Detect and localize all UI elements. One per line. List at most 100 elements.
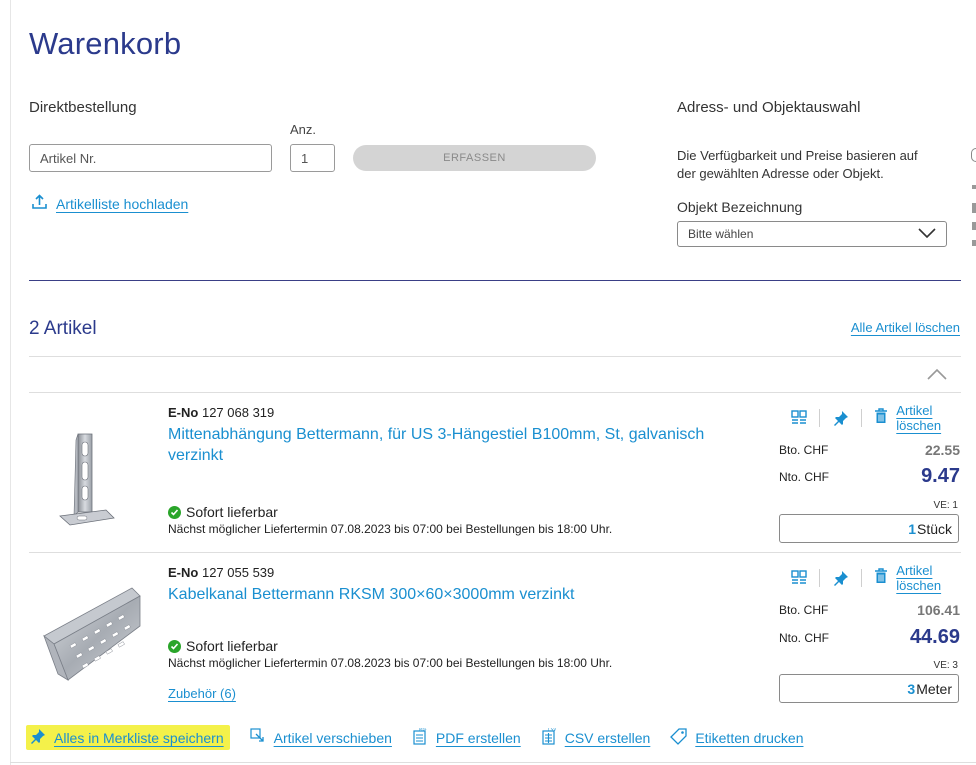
delete-item-label: Artikel löschen xyxy=(896,403,942,433)
move-articles-label: Artikel verschieben xyxy=(273,729,392,746)
trash-icon xyxy=(874,407,888,429)
check-circle-icon xyxy=(168,505,181,519)
create-csv-label: CSV erstellen xyxy=(564,729,651,746)
item-quantity-unit: Stück xyxy=(916,520,952,537)
separator xyxy=(819,569,821,587)
cropped-panel-mark xyxy=(972,222,976,230)
create-csv-button[interactable]: CSV CSV erstellen xyxy=(541,727,651,748)
item-actions: Artikel löschen xyxy=(790,403,976,433)
gross-price-value: 22.55 xyxy=(924,442,960,458)
svg-text:PDF: PDF xyxy=(419,728,427,732)
accessory-link[interactable]: Zubehör (6) xyxy=(168,686,236,701)
availability-status: Sofort lieferbar xyxy=(168,504,278,520)
direct-order-heading: Direktbestellung xyxy=(29,99,137,116)
pin-icon[interactable] xyxy=(832,409,849,427)
product-eno: E-No 127 055 539 xyxy=(168,565,274,580)
net-price-value: 9.47 xyxy=(921,465,960,487)
product-image xyxy=(48,430,118,535)
csv-icon: CSV xyxy=(541,727,557,748)
cart-list-top-divider xyxy=(29,392,961,393)
eno-label: E-No xyxy=(168,565,199,580)
quantity-label: Anz. xyxy=(290,122,317,137)
object-select[interactable]: Bitte wählen xyxy=(677,221,947,247)
address-description-line1: Die Verfügbarkeit und Preise basieren au… xyxy=(677,148,918,163)
product-title-line1: Mittenabhängung Bettermann, für US 3-Hän… xyxy=(168,426,705,443)
item-quantity-value: 1 xyxy=(908,520,916,537)
cropped-panel-edge xyxy=(971,148,976,162)
move-articles-button[interactable]: Artikel verschieben xyxy=(250,728,392,747)
chevron-down-icon xyxy=(918,227,936,241)
quantity-value: 1 xyxy=(301,150,309,166)
article-number-input[interactable]: Artikel Nr. xyxy=(29,144,272,172)
article-number-placeholder: Artikel Nr. xyxy=(40,150,97,166)
item-quantity-unit: Meter xyxy=(916,680,952,697)
delete-item-button[interactable]: Artikel löschen xyxy=(874,563,976,593)
pdf-icon: PDF xyxy=(412,727,428,748)
delete-all-link[interactable]: Alle Artikel löschen xyxy=(851,320,960,335)
product-title-link[interactable]: Kabelkanal Bettermann RKSM 300×60×3000mm… xyxy=(168,584,728,605)
delivery-info: Nächst möglicher Liefertermin 07.08.2023… xyxy=(168,522,613,536)
packaging-unit: VE: 3 xyxy=(933,660,958,671)
delete-item-button[interactable]: Artikel löschen xyxy=(874,403,976,433)
bottom-divider xyxy=(10,762,976,763)
eno-value: 127 068 319 xyxy=(201,405,275,420)
item-quantity-input[interactable]: 1 Stück xyxy=(779,514,959,543)
submit-article-button[interactable]: ERFASSEN xyxy=(353,145,596,171)
save-all-label: Alles in Merkliste speichern xyxy=(54,729,224,746)
item-quantity-value: 3 xyxy=(907,680,916,697)
separator xyxy=(861,409,863,427)
item-quantity-input[interactable]: 3 Meter xyxy=(779,674,959,703)
address-heading: Adress- und Objektauswahl xyxy=(677,99,861,116)
cart-actions-bar: Alles in Merkliste speichern Artikel ver… xyxy=(26,725,803,750)
cart-item-count: 2 Artikel xyxy=(29,318,97,339)
left-border xyxy=(10,0,11,765)
object-select-value: Bitte wählen xyxy=(688,227,754,241)
move-icon xyxy=(250,728,266,747)
item-actions: Artikel löschen xyxy=(790,563,976,593)
item-divider xyxy=(29,552,961,553)
quantity-input[interactable]: 1 xyxy=(290,144,335,172)
net-price-label: Nto. CHF xyxy=(779,631,830,645)
chevron-up-icon[interactable] xyxy=(927,367,947,385)
product-title-link[interactable]: Mittenabhängung Bettermann, für US 3-Hän… xyxy=(168,424,728,466)
create-pdf-button[interactable]: PDF PDF erstellen xyxy=(412,727,521,748)
gross-price-value: 106.41 xyxy=(917,602,960,618)
object-label: Objekt Bezeichnung xyxy=(677,199,803,215)
cropped-panel-mark xyxy=(972,240,976,246)
pin-icon xyxy=(30,728,46,747)
section-divider xyxy=(29,280,961,281)
upload-link-label: Artikelliste hochladen xyxy=(56,196,189,212)
svg-text:CSV: CSV xyxy=(548,728,556,732)
submit-article-label: ERFASSEN xyxy=(443,152,506,164)
gross-price-label: Bto. CHF xyxy=(779,443,829,457)
cart-header-divider xyxy=(29,356,961,357)
product-image xyxy=(40,586,144,691)
tag-icon xyxy=(670,727,687,748)
upload-article-list-link[interactable]: Artikelliste hochladen xyxy=(31,193,188,215)
print-labels-button[interactable]: Etiketten drucken xyxy=(670,727,804,748)
upload-icon xyxy=(31,193,48,215)
pin-icon[interactable] xyxy=(832,569,849,587)
check-circle-icon xyxy=(168,639,181,653)
compare-icon[interactable] xyxy=(790,409,807,427)
product-title-line2: verzinkt xyxy=(168,447,224,464)
cropped-panel-mark xyxy=(972,185,976,189)
separator xyxy=(819,409,821,427)
page-title: Warenkorb xyxy=(29,26,182,61)
availability-text: Sofort lieferbar xyxy=(186,638,278,654)
print-labels-label: Etiketten drucken xyxy=(695,729,804,746)
delivery-info: Nächst möglicher Liefertermin 07.08.2023… xyxy=(168,656,613,670)
net-price-value: 44.69 xyxy=(909,626,960,648)
eno-value: 127 055 539 xyxy=(201,565,275,580)
delete-item-label: Artikel löschen xyxy=(896,563,942,593)
net-price-label: Nto. CHF xyxy=(779,470,830,484)
availability-text: Sofort lieferbar xyxy=(186,504,278,520)
trash-icon xyxy=(874,567,888,589)
cropped-panel-mark xyxy=(972,203,976,213)
compare-icon[interactable] xyxy=(790,569,807,587)
address-description-line2: der gewählten Adresse oder Objekt. xyxy=(677,166,884,181)
packaging-unit: VE: 1 xyxy=(933,500,958,511)
gross-price-label: Bto. CHF xyxy=(779,603,829,617)
product-eno: E-No 127 068 319 xyxy=(168,405,274,420)
save-all-to-wishlist-button[interactable]: Alles in Merkliste speichern xyxy=(26,725,230,750)
